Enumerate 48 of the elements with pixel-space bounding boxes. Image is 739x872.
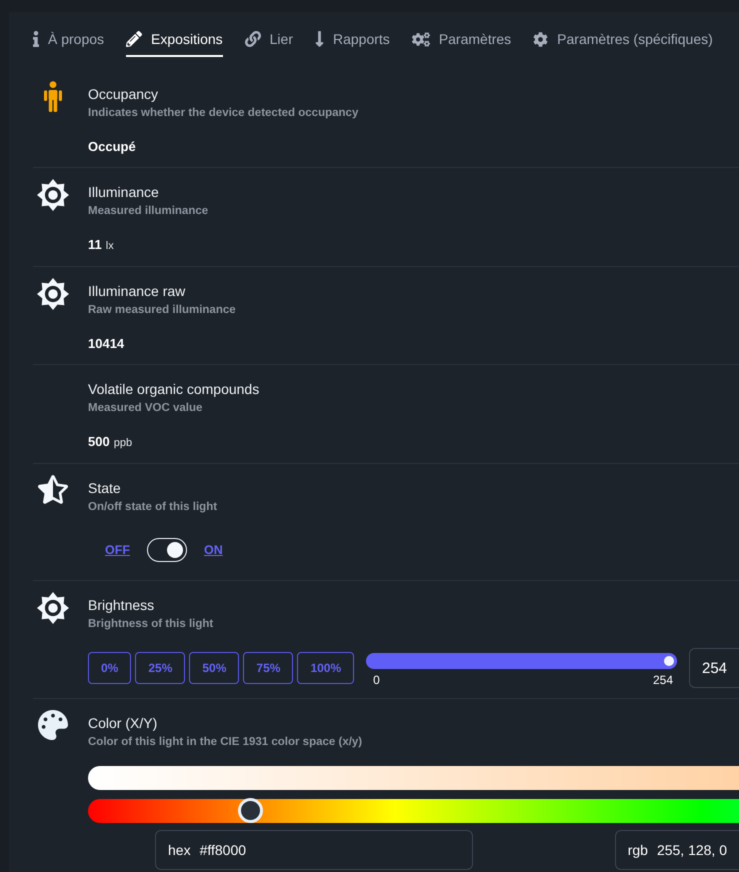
expose-description: Brightness of this light	[88, 617, 214, 632]
expose-description: Measured illuminance	[88, 204, 210, 219]
expose-title: Illuminance	[88, 183, 160, 202]
person-icon	[43, 81, 63, 112]
hue-slider-thumb[interactable]	[238, 798, 264, 823]
info-icon	[33, 31, 39, 47]
expose-title: Occupancy	[88, 85, 160, 104]
half-star-icon	[38, 475, 68, 504]
reading-value: 10414	[88, 335, 124, 353]
link-icon	[244, 31, 261, 47]
expose-title: Color (X/Y)	[88, 714, 158, 733]
tab[interactable]: Expositions	[126, 12, 223, 57]
expose-title: Volatile organic compounds	[88, 380, 260, 399]
rgb-input-field[interactable]: rgb 255, 128, 0	[614, 830, 739, 870]
expose-description: On/off state of this light	[88, 500, 218, 515]
palette-icon	[38, 710, 68, 740]
arrow-down-icon	[315, 30, 324, 48]
gears-icon	[412, 32, 430, 46]
sun-icon	[37, 179, 69, 211]
expose-title: Illuminance raw	[88, 282, 186, 301]
hue-slider-track[interactable]	[88, 799, 739, 823]
sun-icon	[37, 592, 69, 624]
expose-description: Raw measured illuminance	[88, 303, 237, 318]
sun-icon	[37, 278, 69, 310]
unit-label: ppb	[114, 436, 132, 451]
slider-max-label: 254	[652, 672, 673, 688]
expose-title: Brightness	[88, 596, 156, 615]
saturation-slider-track[interactable]	[88, 766, 739, 790]
toggle-switch[interactable]	[147, 538, 187, 562]
tab[interactable]: Rapports	[315, 12, 390, 57]
reading-value: 11	[88, 236, 102, 254]
expose-description: Indicates whether the device detected occupancy	[88, 106, 360, 121]
pencil-icon	[126, 31, 142, 47]
reading-value: Occupé	[88, 138, 136, 156]
reading-value: 500	[88, 433, 110, 451]
slider-min-label: 0	[373, 672, 380, 688]
number-input[interactable]: 254	[689, 648, 739, 688]
expose-title: State	[88, 479, 122, 498]
tab[interactable]: Lier	[244, 12, 293, 57]
slider-track[interactable]	[366, 653, 677, 669]
expose-description: Color of this light in the CIE 1931 color space (x/y)	[88, 735, 364, 750]
gear-icon	[533, 32, 548, 46]
tab[interactable]: À propos	[33, 12, 104, 57]
hex-input-field[interactable]: hex #ff8000	[155, 830, 473, 870]
tab[interactable]: Paramètres (spécifiques)	[533, 12, 713, 57]
expose-description: Measured VOC value	[88, 401, 204, 416]
unit-label: lx	[106, 239, 114, 254]
tab[interactable]: Paramètres	[412, 12, 512, 57]
